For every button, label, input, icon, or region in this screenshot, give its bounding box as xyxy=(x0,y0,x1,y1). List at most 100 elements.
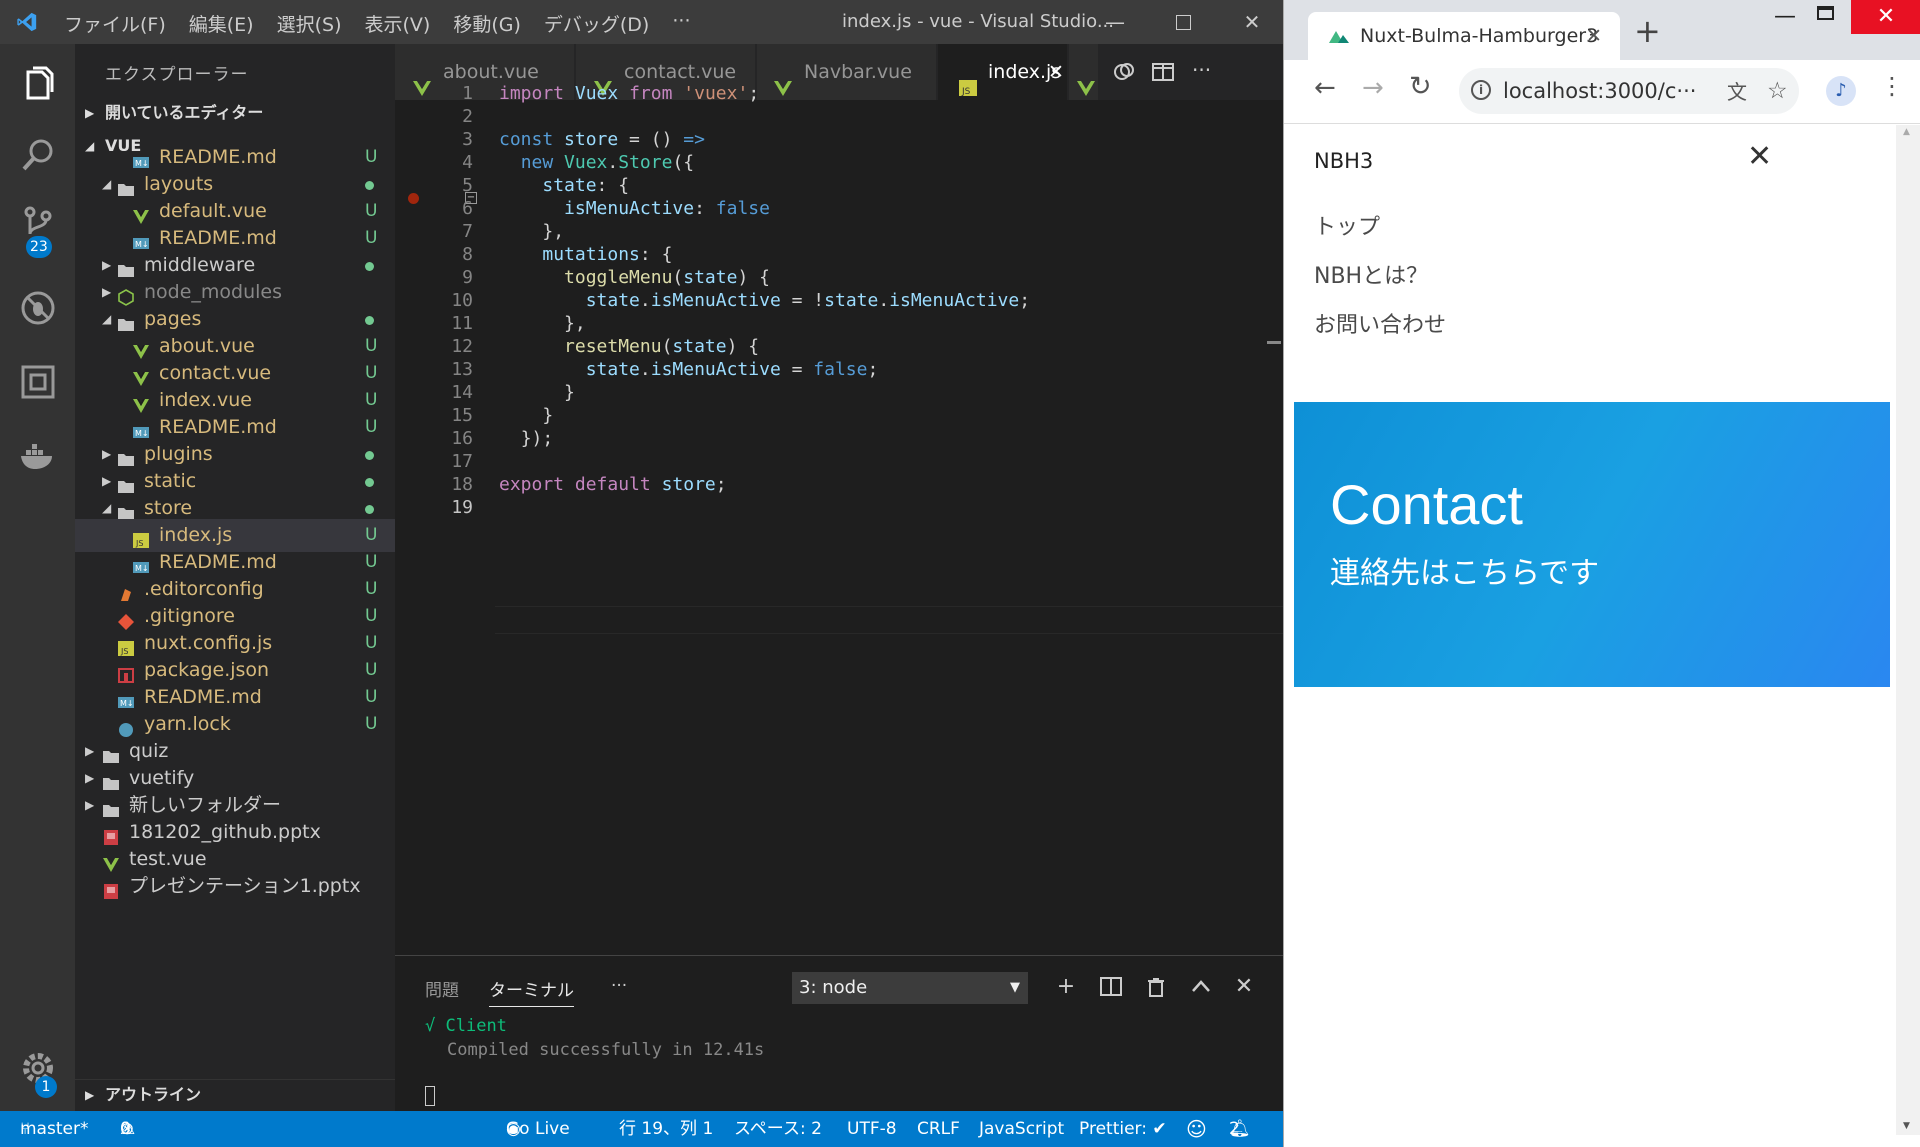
menu-view[interactable]: 表示(V) xyxy=(365,10,431,37)
nav-item-contact[interactable]: お問い合わせ xyxy=(1314,307,1446,339)
close-window-button[interactable]: ✕ xyxy=(1237,8,1267,36)
url-text: localhost:3000/c··· xyxy=(1503,79,1697,103)
split-terminal-icon[interactable] xyxy=(1096,972,1126,1002)
hero-section: Contact 連絡先はこちらです xyxy=(1294,402,1890,687)
more-actions-icon[interactable]: ··· xyxy=(1192,58,1211,82)
tab-strip: Nuxt-Bulma-Hamburger3 ✕ + — ✕ xyxy=(1284,0,1920,60)
nuxt-favicon-icon xyxy=(1329,31,1349,43)
vue-file-icon xyxy=(102,851,120,872)
panel-more-icon[interactable]: ··· xyxy=(611,976,627,996)
tab-problems[interactable]: 問題 xyxy=(425,976,459,1001)
scroll-down-icon[interactable]: ▼ xyxy=(1903,1121,1910,1131)
dropdown-arrow-icon: ▼ xyxy=(1010,980,1020,995)
new-terminal-icon[interactable]: + xyxy=(1051,972,1081,1002)
maximize-button[interactable] xyxy=(1168,8,1198,36)
reload-icon[interactable]: ↻ xyxy=(1409,71,1432,102)
menu-debug[interactable]: デバッグ(D) xyxy=(544,10,649,37)
vue-file-icon xyxy=(1076,63,1096,96)
feedback-smiley-icon[interactable]: ☺ xyxy=(1186,1111,1207,1147)
minimap-slider[interactable] xyxy=(1267,341,1281,344)
close-tab-icon[interactable]: ✕ xyxy=(1048,44,1064,100)
line-number: 19 xyxy=(451,497,473,518)
encoding[interactable]: UTF-8 xyxy=(847,1111,897,1147)
tab-index-js[interactable]: JS index.js ✕ xyxy=(938,44,1068,100)
cursor-position[interactable]: 行 19、列 1 xyxy=(619,1111,713,1147)
settings-badge: 1 xyxy=(35,1076,57,1098)
open-editors-label: 開いているエディター xyxy=(105,103,264,122)
tab-terminal[interactable]: ターミナル xyxy=(489,976,574,1007)
debug-icon[interactable] xyxy=(18,288,58,328)
page-scrollbar[interactable]: ▲ ▼ xyxy=(1896,125,1920,1135)
menu-more[interactable]: ··· xyxy=(672,10,690,37)
menu-bar: ファイル(F) 編集(E) 選択(S) 表示(V) 移動(G) デバッグ(D) … xyxy=(64,10,713,37)
trash-icon[interactable] xyxy=(1141,972,1171,1002)
close-tab-icon[interactable]: ✕ xyxy=(1586,12,1602,60)
activity-bar: 23 1 xyxy=(0,44,75,1111)
translate-icon[interactable]: 文 xyxy=(1727,69,1747,115)
open-changes-icon[interactable] xyxy=(1112,60,1136,84)
vue-file-icon xyxy=(132,338,150,359)
chevron-right-icon: ▶ xyxy=(85,1088,95,1102)
docker-icon[interactable] xyxy=(18,436,58,476)
nav-item-about[interactable]: NBHとは？ xyxy=(1314,258,1428,290)
close-window-button[interactable]: ✕ xyxy=(1851,0,1920,34)
new-tab-icon[interactable]: + xyxy=(1634,12,1661,50)
markdown-icon: M↓ xyxy=(132,554,150,573)
status-bar: ⑂ master* ⊗ 0 ⚠ 0 ◉ Go Live 行 19、列 1 スペー… xyxy=(0,1111,1283,1147)
breakpoint-icon[interactable] xyxy=(408,193,419,204)
explorer-icon[interactable] xyxy=(18,64,58,104)
bottom-panel: 問題 ターミナル ··· 3: node ▼ + ✕ √ Client Compi… xyxy=(395,955,1283,1111)
address-bar[interactable]: i localhost:3000/c··· 文 ☆ xyxy=(1459,68,1799,114)
code-line: }); xyxy=(520,428,554,449)
code-line: export default store; xyxy=(499,474,727,495)
close-menu-icon[interactable]: ✕ xyxy=(1747,139,1772,174)
tab-overflow[interactable] xyxy=(1069,44,1099,100)
terminal-line: √ Client xyxy=(425,1016,507,1036)
menu-edit[interactable]: 編集(E) xyxy=(189,10,254,37)
folder-icon xyxy=(117,500,135,520)
profile-avatar[interactable]: ♪ xyxy=(1826,76,1856,106)
indentation[interactable]: スペース: 2 xyxy=(734,1111,822,1147)
maximize-button[interactable] xyxy=(1817,6,1834,20)
nav-item-top[interactable]: トップ xyxy=(1314,209,1380,241)
vue-file-icon xyxy=(132,365,150,386)
menu-file[interactable]: ファイル(F) xyxy=(64,10,166,37)
bookmark-star-icon[interactable]: ☆ xyxy=(1767,68,1788,114)
chevron-right-icon: ▶ xyxy=(85,106,95,120)
language-mode[interactable]: JavaScript xyxy=(979,1111,1064,1147)
line-ending[interactable]: CRLF xyxy=(917,1111,960,1147)
chrome-menu-icon[interactable]: ⋮ xyxy=(1880,72,1904,100)
svg-text:M↓: M↓ xyxy=(135,240,149,249)
menu-go[interactable]: 移動(G) xyxy=(453,10,521,37)
folder-icon xyxy=(102,770,120,790)
extensions-icon[interactable] xyxy=(18,362,58,402)
minimize-button[interactable]: — xyxy=(1100,8,1130,36)
browser-tab[interactable]: Nuxt-Bulma-Hamburger3 ✕ xyxy=(1308,12,1620,60)
search-icon[interactable] xyxy=(18,135,58,175)
maximize-panel-icon[interactable] xyxy=(1186,972,1216,1002)
tab-label: Navbar.vue xyxy=(804,61,912,83)
back-icon[interactable]: ← xyxy=(1314,73,1336,103)
terminal-line: Compiled successfully in 12.41s xyxy=(447,1040,765,1060)
tab-navbar-vue[interactable]: Navbar.vue xyxy=(757,44,937,100)
close-panel-icon[interactable]: ✕ xyxy=(1229,972,1259,1002)
tree-item[interactable]: プレゼンテーション1.pptx xyxy=(75,870,395,903)
forward-icon[interactable]: → xyxy=(1362,73,1384,103)
open-editors-section[interactable]: ▶ 開いているエディター xyxy=(75,98,395,128)
nodejs-icon xyxy=(117,284,135,306)
tab-title: Nuxt-Bulma-Hamburger3 xyxy=(1360,25,1599,47)
code-editor[interactable]: − 1 2 3 4 5 6 7 8 9 10 11 12 13 14 15 16… xyxy=(395,83,1283,955)
minimize-button[interactable]: — xyxy=(1774,4,1796,29)
yarn-icon xyxy=(117,716,135,737)
scroll-up-icon[interactable]: ▲ xyxy=(1903,127,1910,137)
prettier-status[interactable]: Prettier: ✔ xyxy=(1079,1111,1167,1147)
menu-selection[interactable]: 選択(S) xyxy=(277,10,342,37)
info-icon[interactable]: i xyxy=(1471,80,1491,100)
folder-icon xyxy=(117,473,135,493)
terminal-select[interactable]: 3: node ▼ xyxy=(792,972,1028,1004)
navbar-brand[interactable]: NBH3 xyxy=(1314,149,1373,173)
explorer-title: エクスプローラー xyxy=(105,65,249,85)
split-editor-icon[interactable] xyxy=(1151,60,1175,84)
npm-icon xyxy=(117,662,135,683)
outline-section[interactable]: ▶ アウトライン xyxy=(75,1079,395,1109)
